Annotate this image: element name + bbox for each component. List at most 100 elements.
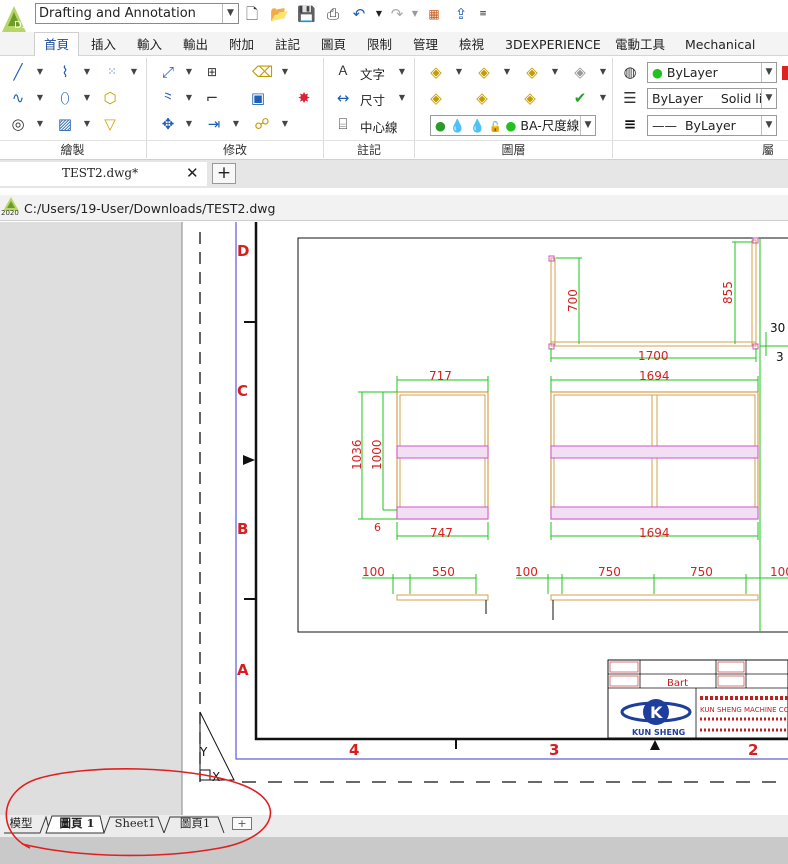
- polyline-icon[interactable]: ⌇: [55, 62, 75, 82]
- circle-icon[interactable]: ◎: [8, 114, 28, 134]
- tab-power-tools[interactable]: 電動工具: [612, 36, 668, 56]
- tab-insert[interactable]: 插入: [88, 36, 119, 56]
- linetype-icon[interactable]: ☰: [620, 88, 640, 108]
- layer-properties-icon[interactable]: ◈: [426, 62, 446, 82]
- workspace-select[interactable]: Drafting and Annotation ▼: [35, 3, 239, 24]
- layout-tab-layout1[interactable]: 圖頁1: [170, 815, 220, 833]
- join-icon[interactable]: ⇥: [204, 114, 224, 134]
- text-icon[interactable]: Ａ: [333, 62, 353, 82]
- layout-tab-sheet1[interactable]: Sheet1: [110, 815, 160, 833]
- make-current-icon[interactable]: ✔: [570, 88, 590, 108]
- layout-tab-model[interactable]: 模型: [6, 815, 36, 833]
- panel-title-properties[interactable]: 屬: [762, 141, 788, 157]
- drawing-canvas[interactable]: D C B A 4 3 2 700 855 30 3 1700 717 1036…: [0, 222, 788, 816]
- chevron-down-icon[interactable]: ▼: [232, 114, 240, 134]
- chevron-down-icon[interactable]: ▼: [185, 62, 193, 82]
- tab-annotate[interactable]: 註記: [272, 36, 303, 56]
- centerline-tool-label[interactable]: 中心線: [360, 117, 398, 136]
- chevron-down-icon[interactable]: ▼: [36, 62, 44, 82]
- tab-manage[interactable]: 管理: [410, 36, 441, 56]
- region-icon[interactable]: ⬡: [100, 88, 120, 108]
- match-properties-brush-icon[interactable]: ◍: [620, 62, 640, 82]
- color-select[interactable]: ● ByLayer ▼: [647, 62, 777, 83]
- customize-qat-icon[interactable]: ≡: [474, 5, 492, 23]
- move-icon[interactable]: ⤢: [158, 62, 178, 82]
- panel-title-annotation[interactable]: 註記: [324, 141, 414, 157]
- undo-dropdown-icon[interactable]: ▼: [370, 5, 388, 23]
- array-icon[interactable]: ⊞: [202, 62, 222, 82]
- tab-import[interactable]: 輸入: [134, 36, 165, 56]
- redo-dropdown-icon[interactable]: ▼: [406, 5, 424, 23]
- dimension-tool-label[interactable]: 尺寸: [360, 90, 385, 109]
- chevron-down-icon[interactable]: ▼: [83, 114, 91, 134]
- line-icon[interactable]: ╱: [8, 62, 28, 82]
- layer-lock-icon[interactable]: ◈: [522, 62, 542, 82]
- chevron-down-icon[interactable]: ▼: [36, 88, 44, 108]
- chevron-down-icon[interactable]: ▼: [398, 88, 406, 108]
- redo-icon[interactable]: ↷: [388, 5, 406, 23]
- lineweight-icon[interactable]: ≡: [620, 114, 640, 134]
- copy-icon[interactable]: ✥: [158, 114, 178, 134]
- app-logo-icon[interactable]: Ds: [0, 4, 30, 34]
- hatch-icon[interactable]: ▨: [55, 114, 75, 134]
- fillet-icon[interactable]: ⌐: [202, 88, 222, 108]
- scale-icon[interactable]: ✸: [294, 88, 314, 108]
- wipeout-icon[interactable]: ▽: [100, 114, 120, 134]
- open-folder-icon[interactable]: 📂: [270, 5, 289, 23]
- layer-freeze-icon[interactable]: ◈: [520, 88, 540, 108]
- tab-constraints[interactable]: 限制: [364, 36, 395, 56]
- point-icon[interactable]: ⁙: [102, 62, 122, 82]
- dimension-icon[interactable]: ↔: [333, 88, 353, 108]
- layer-select[interactable]: ● 💧 💧 🔓 ● BA-尺度線 ▼: [430, 115, 596, 136]
- lineweight-select[interactable]: —— ByLayer ▼: [647, 115, 777, 136]
- panel-title-layers[interactable]: 圖層: [415, 141, 612, 157]
- layer-off-icon[interactable]: ◈: [426, 88, 446, 108]
- stretch-icon[interactable]: ☍: [252, 114, 272, 134]
- tab-addins[interactable]: 附加: [226, 36, 257, 56]
- linetype-select[interactable]: ByLayer Solid line ▼: [647, 88, 777, 109]
- tab-3dexperience[interactable]: 3DEXPERIENCE: [502, 36, 604, 56]
- chevron-down-icon[interactable]: ▼: [281, 62, 289, 82]
- layer-state-icon[interactable]: ◈: [474, 62, 494, 82]
- save-icon[interactable]: 💾: [297, 5, 316, 23]
- layer-isolate-icon[interactable]: ◈: [472, 88, 492, 108]
- new-tab-button[interactable]: +: [212, 163, 236, 184]
- undo-icon[interactable]: ↶: [350, 5, 368, 23]
- chevron-down-icon[interactable]: ▼: [185, 88, 193, 108]
- chevron-down-icon[interactable]: ▼: [503, 62, 511, 82]
- chevron-down-icon[interactable]: ▼: [599, 62, 607, 82]
- chevron-down-icon[interactable]: ▼: [83, 62, 91, 82]
- add-layout-button[interactable]: +: [232, 817, 252, 830]
- tab-mechanical[interactable]: Mechanical: [682, 36, 758, 56]
- centerline-icon[interactable]: ⌸: [333, 114, 353, 134]
- chevron-down-icon[interactable]: ▼: [398, 62, 406, 82]
- chevron-down-icon[interactable]: ▼: [599, 88, 607, 108]
- tab-layout[interactable]: 圖頁: [318, 36, 349, 56]
- panel-title-modify[interactable]: 修改: [147, 141, 323, 157]
- chevron-down-icon[interactable]: ▼: [185, 114, 193, 134]
- tab-home[interactable]: 首頁: [34, 32, 80, 57]
- share-icon[interactable]: ⇪: [452, 5, 470, 23]
- new-file-icon[interactable]: 🗋: [243, 5, 261, 23]
- layer-match-icon[interactable]: ◈: [570, 62, 590, 82]
- erase-icon[interactable]: ⌫: [252, 62, 273, 82]
- chevron-down-icon[interactable]: ▼: [130, 62, 138, 82]
- text-tool-label[interactable]: 文字: [360, 64, 385, 83]
- match-properties-icon[interactable]: ▦: [425, 5, 443, 23]
- panel-title-draw[interactable]: 繪製: [0, 141, 145, 157]
- spline-icon[interactable]: ∿: [8, 88, 28, 108]
- tab-output[interactable]: 輸出: [180, 36, 211, 56]
- chevron-down-icon[interactable]: ▼: [455, 62, 463, 82]
- explode-icon[interactable]: ▣: [248, 88, 268, 108]
- document-tab[interactable]: TEST2.dwg* ✕: [0, 162, 207, 186]
- chevron-down-icon[interactable]: ▼: [36, 114, 44, 134]
- close-icon[interactable]: ✕: [186, 164, 199, 182]
- chevron-down-icon[interactable]: ▼: [281, 114, 289, 134]
- layout-tab-sheet-1[interactable]: 圖頁 1: [52, 815, 102, 833]
- chevron-down-icon[interactable]: ▼: [551, 62, 559, 82]
- tab-view[interactable]: 檢視: [456, 36, 487, 56]
- trim-icon[interactable]: ⺀: [158, 88, 178, 108]
- print-icon[interactable]: ⎙: [324, 5, 342, 23]
- ellipse-icon[interactable]: ⬯: [55, 88, 75, 108]
- chevron-down-icon[interactable]: ▼: [83, 88, 91, 108]
